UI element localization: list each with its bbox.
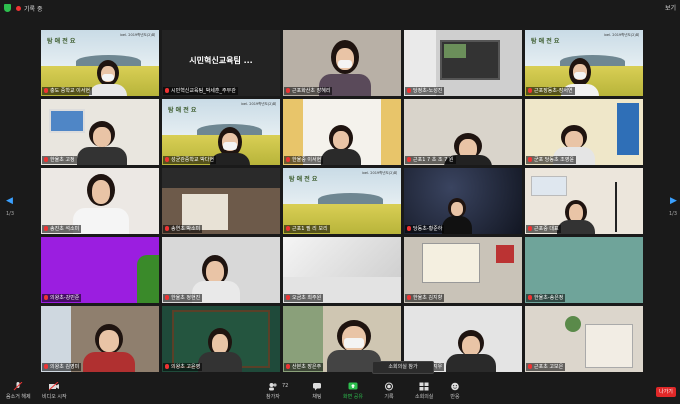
participant-name: 한율초-송은정: [526, 294, 566, 302]
slide-subtitle: ixel. 2019학년도(2)회: [361, 171, 397, 175]
leave-button[interactable]: 나가기: [656, 387, 676, 397]
video-tile[interactable]: 근포1 7 초 조 7 원: [404, 99, 522, 165]
reactions-icon: [451, 382, 459, 391]
page-indicator-left: 1/3: [6, 211, 15, 217]
video-tile[interactable]: 근포중 대표: [525, 168, 643, 234]
video-tile[interactable]: 송진초 석소미: [41, 168, 159, 234]
participant-name: 송연초 박소미: [163, 225, 203, 233]
view-button[interactable]: 보기: [665, 3, 676, 12]
participant-name: 산본초 장은주: [284, 363, 324, 371]
recording-label: 기록 중: [24, 5, 43, 13]
video-tile[interactable]: 탐 애 전 요 ixel. 2019학년도(2)회 충도 중학교 이서현: [41, 30, 159, 96]
breakout-rooms-button[interactable]: 소회의실: [415, 382, 433, 400]
participant-name: 군포 당동초 조영윤: [526, 156, 576, 164]
unmute-button[interactable]: 음소거 해제: [6, 382, 31, 400]
participant-name: 한율초 김지향: [405, 294, 445, 302]
slide-subtitle: ixel. 2019학년도(2)회: [119, 33, 155, 37]
participants-button[interactable]: 참가자: [266, 382, 280, 400]
participant-name: 의왕초 김영미: [42, 363, 82, 371]
join-breakout-room-popup[interactable]: 소회의실 참가: [372, 361, 434, 374]
participant-name: 시민혁신교육팀_박세훈_주무관: [163, 87, 238, 95]
video-tile[interactable]: 의왕초 고윤영: [162, 306, 280, 372]
start-video-label: 비디오 시작: [42, 394, 67, 400]
recording-icon: [16, 5, 21, 11]
video-tile[interactable]: 탐 애 전 요 ixel. 2019학년도(2)회 근포1 필 리 보리: [283, 168, 401, 234]
participant-name: 의왕초 고윤영: [163, 363, 203, 371]
video-tile[interactable]: 군포 당동초 조영윤: [525, 99, 643, 165]
video-tile[interactable]: 의왕초 김영미: [41, 306, 159, 372]
reactions-label: 반응: [450, 394, 460, 400]
slide-brand: 탐 애 전 요: [47, 38, 76, 45]
unmute-label: 음소거 해제: [6, 394, 31, 400]
prev-page-arrow-icon[interactable]: ◀: [6, 196, 13, 206]
participant-name: 송진초 석소미: [42, 225, 82, 233]
participant-name: 근포장동초-장서연: [526, 87, 575, 95]
breakout-rooms-icon: [419, 382, 429, 391]
slide-brand: 탐 애 전 요: [531, 38, 560, 45]
video-tile[interactable]: 근포초 고보은: [525, 306, 643, 372]
participant-name: 한율초 정현진: [163, 294, 203, 302]
page-indicator-right: 1/3: [669, 211, 678, 217]
participant-name: 근포1 7 초 조 7 원: [405, 156, 456, 164]
video-tile[interactable]: 당동초-황준하: [404, 168, 522, 234]
video-off-icon: [49, 382, 60, 391]
participants-label: 참가자: [266, 394, 280, 400]
share-screen-label: 화면 공유: [343, 394, 363, 400]
participants-icon: [268, 383, 277, 391]
slide-subtitle: ixel. 2019학년도(2)회: [603, 33, 639, 37]
top-bar: 기록 중 보기: [0, 0, 680, 16]
microphone-muted-icon: [13, 382, 23, 391]
share-screen-button[interactable]: 화면 공유: [343, 382, 363, 400]
video-grid: 탐 애 전 요 ixel. 2019학년도(2)회 충도 중학교 이서현 시민혁…: [41, 30, 643, 374]
chat-button[interactable]: 채팅: [312, 382, 322, 400]
record-label: 기록: [384, 394, 394, 400]
participant-name: 의왕초-강민준: [42, 294, 82, 302]
participant-name: 성균관중학교 박다현: [163, 156, 216, 164]
video-tile[interactable]: 한율초 고정: [41, 99, 159, 165]
reactions-button[interactable]: 반응: [450, 382, 460, 400]
participant-display-name: 시민혁신교육팀 ...: [189, 56, 253, 65]
meeting-toolbar: 음소거 해제 비디오 시작 참가자 72 채팅 화면 공유 기록 소회의실 반응…: [0, 380, 680, 404]
video-tile[interactable]: 한율초 정현진: [162, 237, 280, 303]
participant-name: 한율초 고정: [42, 156, 77, 164]
video-tile[interactable]: 오금초 최주원: [283, 237, 401, 303]
video-tile[interactable]: 의왕초-강민준: [41, 237, 159, 303]
participant-name: 한율중 이서현: [284, 156, 324, 164]
video-tile[interactable]: 시민혁신교육팀 ... 시민혁신교육팀_박세훈_주무관: [162, 30, 280, 96]
video-tile[interactable]: 탐 애 전 요 ixel. 2019학년도(2)회 성균관중학교 박다현: [162, 99, 280, 165]
record-button[interactable]: 기록: [384, 382, 394, 400]
slide-subtitle: ixel. 2019학년도(2)회: [240, 102, 276, 106]
participant-name: 근포1 필 리 보리: [284, 225, 330, 233]
share-screen-icon: [348, 382, 358, 390]
video-tile[interactable]: 한율초 김지향: [404, 237, 522, 303]
video-tile[interactable]: 탐 애 전 요 ixel. 2019학년도(2)회 근포장동초-장서연: [525, 30, 643, 96]
video-tile[interactable]: 당정초-노성진: [404, 30, 522, 96]
participant-name: 오금초 최주원: [284, 294, 324, 302]
slide-brand: 탐 애 전 요: [289, 176, 318, 183]
record-icon: [385, 382, 393, 391]
video-tile[interactable]: 한율초-송은정: [525, 237, 643, 303]
participant-name: 근포초 고보은: [526, 363, 566, 371]
participant-name: 충도 중학교 이서현: [42, 87, 92, 95]
next-page-arrow-icon[interactable]: ▶: [670, 196, 677, 206]
slide-brand: 탐 애 전 요: [168, 107, 197, 114]
participant-name: 근포중 대표: [526, 225, 561, 233]
participant-name: 근포화산초 장혜리: [284, 87, 333, 95]
video-tile[interactable]: 한율중 이서현: [283, 99, 401, 165]
security-shield-icon[interactable]: [4, 4, 11, 12]
participants-count: 72: [282, 383, 289, 389]
breakout-rooms-label: 소회의실: [415, 394, 434, 400]
participant-name: 당정초-노성진: [405, 87, 445, 95]
chat-icon: [313, 383, 321, 391]
video-tile[interactable]: 송연초 박소미: [162, 168, 280, 234]
start-video-button[interactable]: 비디오 시작: [42, 382, 67, 400]
chat-label: 채팅: [312, 394, 322, 400]
video-tile[interactable]: 근포화산초 장혜리: [283, 30, 401, 96]
participant-name: 당동초-황준하: [405, 225, 445, 233]
